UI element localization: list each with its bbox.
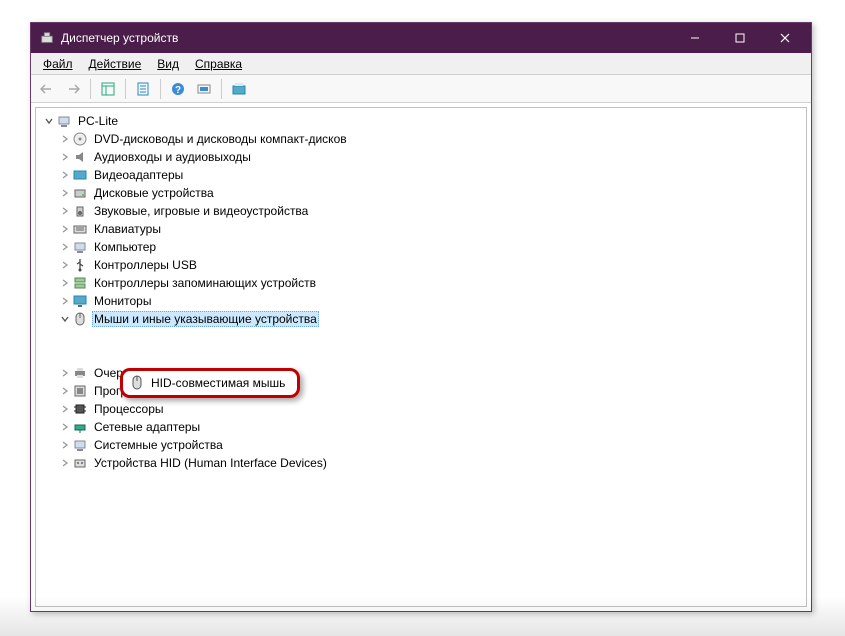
tree-category[interactable]: Контроллеры запоминающих устройств — [38, 274, 804, 292]
tree-category-label[interactable]: Системные устройства — [92, 437, 225, 453]
menu-file[interactable]: Файл — [35, 55, 81, 73]
tree-category-label[interactable]: DVD-дисководы и дисководы компакт-дисков — [92, 131, 349, 147]
tree-category-label[interactable]: Аудиовходы и аудиовыходы — [92, 149, 253, 165]
tree-category-label[interactable]: Процессоры — [92, 401, 166, 417]
window-title: Диспетчер устройств — [61, 31, 672, 45]
chevron-right-icon[interactable] — [58, 132, 72, 146]
tree-panel: PC-Lite DVD-дисководы и дисководы компак… — [35, 107, 807, 607]
usb-icon — [72, 257, 88, 273]
device-manager-window: Диспетчер устройств Файл Действие Вид Сп… — [30, 22, 812, 612]
tree-category-mice[interactable]: Мыши и иные указывающие устройства — [38, 310, 804, 328]
chevron-right-icon[interactable] — [58, 150, 72, 164]
chevron-right-icon[interactable] — [58, 366, 72, 380]
chevron-right-icon[interactable] — [58, 168, 72, 182]
disk-icon — [72, 185, 88, 201]
tree-category[interactable]: Звуковые, игровые и видеоустройства — [38, 202, 804, 220]
tree-category-label[interactable]: Мониторы — [92, 293, 153, 309]
print-icon — [72, 365, 88, 381]
tree-category-mice-label[interactable]: Мыши и иные указывающие устройства — [92, 311, 319, 327]
chevron-right-icon[interactable] — [58, 456, 72, 470]
chevron-down-icon[interactable] — [42, 114, 56, 128]
chevron-right-icon[interactable] — [58, 294, 72, 308]
cpu-icon — [72, 401, 88, 417]
chevron-right-icon[interactable] — [58, 240, 72, 254]
tree-category-label[interactable]: Клавиатуры — [92, 221, 163, 237]
menubar: Файл Действие Вид Справка — [31, 53, 811, 75]
minimize-button[interactable] — [672, 23, 717, 53]
toolbar-help-button[interactable]: ? — [166, 78, 190, 100]
computer-icon — [72, 239, 88, 255]
menu-action[interactable]: Действие — [81, 55, 150, 73]
toolbar-separator — [160, 79, 161, 99]
menu-view[interactable]: Вид — [149, 55, 187, 73]
toolbar-show-hide-button[interactable] — [96, 78, 120, 100]
network-icon — [72, 419, 88, 435]
chevron-right-icon[interactable] — [58, 438, 72, 452]
mouse-icon — [72, 311, 88, 327]
hid-icon — [72, 455, 88, 471]
chevron-right-icon[interactable] — [58, 186, 72, 200]
chevron-right-icon[interactable] — [58, 420, 72, 434]
chevron-right-icon[interactable] — [58, 204, 72, 218]
tree-category[interactable]: Контроллеры USB — [38, 256, 804, 274]
tree-category[interactable]: Компьютер — [38, 238, 804, 256]
system-icon — [72, 437, 88, 453]
tree-category-label[interactable]: Контроллеры USB — [92, 257, 199, 273]
menu-help[interactable]: Справка — [187, 55, 250, 73]
tree-category[interactable]: Дисковые устройства — [38, 184, 804, 202]
tree-category[interactable]: DVD-дисководы и дисководы компакт-дисков — [38, 130, 804, 148]
computer-icon — [56, 113, 72, 129]
tree-category-label[interactable]: Контроллеры запоминающих устройств — [92, 275, 318, 291]
device-tree[interactable]: PC-Lite DVD-дисководы и дисководы компак… — [38, 112, 804, 472]
titlebar[interactable]: Диспетчер устройств — [31, 23, 811, 53]
chevron-right-icon[interactable] — [58, 276, 72, 290]
disc-icon — [72, 131, 88, 147]
sound-icon — [72, 203, 88, 219]
mouse-icon — [129, 375, 145, 391]
tree-category[interactable]: Мониторы — [38, 292, 804, 310]
svg-text:?: ? — [175, 85, 181, 96]
toolbar-separator — [90, 79, 91, 99]
tree-category-label[interactable]: Дисковые устройства — [92, 185, 216, 201]
tree-root[interactable]: PC-Lite — [38, 112, 804, 130]
tree-category[interactable]: Процессоры — [38, 400, 804, 418]
toolbar-properties-button[interactable] — [131, 78, 155, 100]
tree-category[interactable]: Аудиовходы и аудиовыходы — [38, 148, 804, 166]
video-icon — [72, 167, 88, 183]
nav-forward-button[interactable] — [61, 78, 85, 100]
tree-category[interactable]: Системные устройства — [38, 436, 804, 454]
tree-category-label[interactable]: Сетевые адаптеры — [92, 419, 202, 435]
tree-category[interactable]: Сетевые адаптеры — [38, 418, 804, 436]
callout-text: HID-совместимая мышь — [151, 376, 285, 390]
tree-category-label[interactable]: Звуковые, игровые и видеоустройства — [92, 203, 310, 219]
nav-back-button[interactable] — [35, 78, 59, 100]
tree-category-label[interactable]: Компьютер — [92, 239, 158, 255]
toolbar-scan-button[interactable] — [192, 78, 216, 100]
app-icon — [39, 30, 55, 46]
toolbar-separator — [125, 79, 126, 99]
highlighted-callout: HID-совместимая мышь — [120, 368, 300, 398]
tree-category[interactable]: Устройства HID (Human Interface Devices) — [38, 454, 804, 472]
tree-root-label[interactable]: PC-Lite — [76, 113, 120, 129]
toolbar: ? — [31, 75, 811, 103]
monitor-icon — [72, 293, 88, 309]
tree-category[interactable]: Клавиатуры — [38, 220, 804, 238]
toolbar-update-button[interactable] — [227, 78, 251, 100]
chevron-right-icon[interactable] — [58, 258, 72, 272]
software-icon — [72, 383, 88, 399]
tree-category-label[interactable]: Устройства HID (Human Interface Devices) — [92, 455, 329, 471]
audio-icon — [72, 149, 88, 165]
keyboard-icon — [72, 221, 88, 237]
chevron-right-icon[interactable] — [58, 222, 72, 236]
maximize-button[interactable] — [717, 23, 762, 53]
chevron-right-icon[interactable] — [58, 402, 72, 416]
tree-category[interactable]: Видеоадаптеры — [38, 166, 804, 184]
close-button[interactable] — [762, 23, 807, 53]
storage-icon — [72, 275, 88, 291]
toolbar-separator — [221, 79, 222, 99]
tree-category-label[interactable]: Видеоадаптеры — [92, 167, 185, 183]
chevron-right-icon[interactable] — [58, 384, 72, 398]
chevron-down-icon[interactable] — [58, 312, 72, 326]
